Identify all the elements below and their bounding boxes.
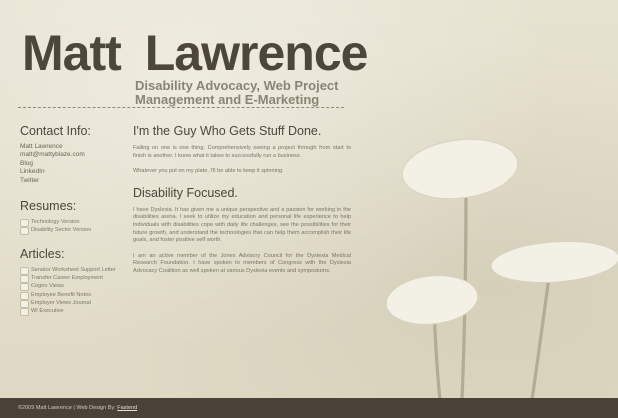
article-link[interactable]: Transfer Career Employment (20, 274, 140, 283)
decorative-plants-illustration (385, 138, 618, 400)
article-link-label: Employee Benefit Notes (31, 291, 92, 298)
sidebar: Contact Info: Matt Lawrence matt@mattybl… (20, 124, 140, 327)
footer: ©2009 Matt Lawrence | Web Design By: Fas… (0, 398, 618, 418)
articles-heading: Articles: (20, 246, 65, 261)
document-icon (20, 308, 29, 317)
article-link[interactable]: Employee Benefit Notes (20, 291, 140, 300)
contact-blog-link[interactable]: Blog (20, 160, 140, 168)
site-title: Matt Lawrence (22, 25, 369, 81)
first-name: Matt (22, 25, 122, 81)
intro-heading: I'm the Guy Who Gets Stuff Done. (133, 124, 322, 138)
contact-linkedin-link[interactable]: LinkedIn (20, 168, 140, 176)
document-icon (20, 227, 29, 236)
intro-paragraph-2: Whatever you put on my plate, I'll be ab… (133, 168, 284, 175)
article-link-label: Employer Views Journal (31, 299, 91, 306)
article-link-label: Transfer Career Employment (31, 274, 103, 281)
tagline: Disability Advocacy, Web Project Managem… (135, 78, 339, 107)
plant-caps (385, 138, 618, 325)
resumes-heading: Resumes: (20, 199, 77, 214)
contact-email-link[interactable]: matt@mattyblaze.com (20, 151, 140, 159)
resume-list: Technology Version Disability Sector Ver… (20, 218, 140, 236)
intro-paragraph: Falling on one is one thing. Comprehensi… (133, 145, 351, 159)
copyright-text: ©2009 Matt Lawrence | Web Design By: (18, 405, 116, 411)
article-link[interactable]: Senator Worksheet Support Letter (20, 266, 140, 275)
contact-name: Matt Lawrence (20, 143, 63, 150)
article-list: Senator Worksheet Support Letter Transfe… (20, 266, 140, 317)
last-name: Lawrence (144, 25, 369, 81)
disability-paragraph-2: I am an active member of the Jones Advis… (133, 252, 351, 274)
disability-paragraph: I have Dyslexia. It has given me a uniqu… (133, 206, 351, 244)
designer-link[interactable]: Fastend (117, 405, 137, 411)
resume-link-label: Technology Version (31, 219, 80, 226)
header-divider (18, 107, 344, 108)
article-link[interactable]: Cogno Views (20, 282, 140, 292)
contact-twitter-link[interactable]: Twitter (20, 177, 140, 185)
article-link-label: Senator Worksheet Support Letter (31, 266, 116, 273)
disability-heading: Disability Focused. (133, 185, 238, 200)
article-link[interactable]: WI Executive (20, 307, 140, 317)
article-link-label: WI Executive (31, 308, 64, 315)
article-link[interactable]: Employer Views Journal (20, 299, 140, 308)
contact-list: Matt Lawrence matt@mattyblaze.com Blog L… (20, 143, 140, 185)
resume-link-disability[interactable]: Disability Sector Version (20, 226, 140, 236)
resume-link-technology[interactable]: Technology Version (20, 218, 140, 228)
article-link-label: Cogno Views (31, 283, 64, 290)
resume-link-label: Disability Sector Version (31, 227, 92, 234)
main-content: I'm the Guy Who Gets Stuff Done. Falling… (133, 124, 351, 284)
contact-heading: Contact Info: (20, 124, 91, 138)
